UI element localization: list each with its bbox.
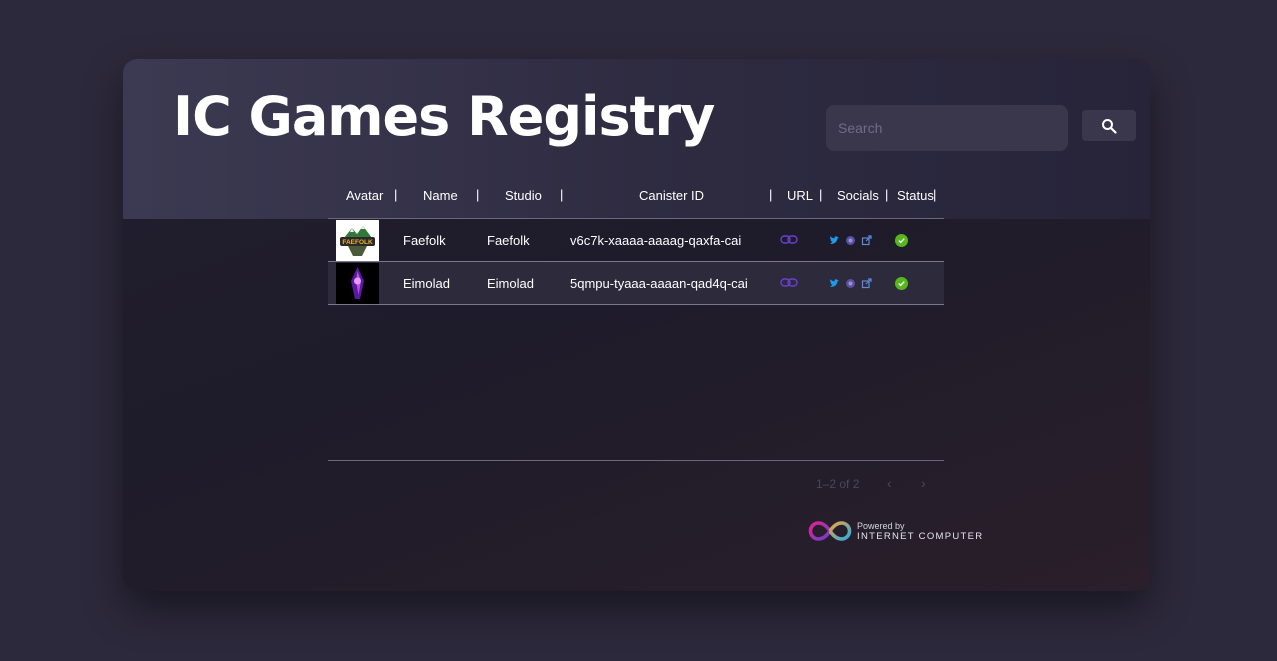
canister-id: 5qmpu-tyaaa-aaaan-qad4q-cai bbox=[570, 276, 748, 291]
column-separator: | bbox=[769, 187, 773, 202]
twitter-icon[interactable] bbox=[829, 235, 840, 246]
table-row[interactable]: FAEFOLK Faefolk Faefolk v6c7k-xaaaa-aaaa… bbox=[328, 219, 944, 262]
twitter-icon[interactable] bbox=[829, 278, 840, 289]
column-header-canister-id[interactable]: Canister ID bbox=[639, 188, 704, 203]
column-separator: | bbox=[819, 187, 823, 202]
game-name: Eimolad bbox=[403, 276, 450, 291]
search-button[interactable] bbox=[1082, 110, 1136, 141]
avatar-eimolad bbox=[336, 263, 379, 304]
column-header-url[interactable]: URL bbox=[787, 188, 813, 203]
link-icon[interactable] bbox=[780, 278, 798, 287]
internet-computer-logo-icon[interactable] bbox=[807, 519, 853, 543]
discord-icon[interactable] bbox=[845, 278, 856, 289]
column-header-status[interactable]: Status bbox=[897, 188, 934, 203]
game-studio: Faefolk bbox=[487, 233, 530, 248]
games-table: Avatar | Name | Studio | Canister ID | U… bbox=[328, 177, 944, 305]
search-icon bbox=[1102, 118, 1117, 134]
table-footer-divider bbox=[328, 460, 944, 461]
powered-by-text: Powered by bbox=[857, 521, 905, 531]
column-header-avatar[interactable]: Avatar bbox=[346, 188, 383, 203]
next-page-button[interactable]: › bbox=[921, 475, 926, 491]
table-header: Avatar | Name | Studio | Canister ID | U… bbox=[328, 177, 944, 219]
column-header-name[interactable]: Name bbox=[423, 188, 458, 203]
status-online-icon bbox=[895, 234, 908, 247]
column-separator: | bbox=[394, 187, 398, 202]
column-separator: | bbox=[933, 187, 937, 202]
external-link-icon[interactable] bbox=[861, 235, 872, 246]
column-header-studio[interactable]: Studio bbox=[505, 188, 542, 203]
previous-page-button[interactable]: ‹ bbox=[887, 475, 892, 491]
game-studio: Eimolad bbox=[487, 276, 534, 291]
game-name: Faefolk bbox=[403, 233, 446, 248]
status-online-icon bbox=[895, 277, 908, 290]
column-separator: | bbox=[560, 187, 564, 202]
table-row[interactable]: Eimolad Eimolad 5qmpu-tyaaa-aaaan-qad4q-… bbox=[328, 262, 944, 305]
link-icon[interactable] bbox=[780, 235, 798, 244]
pagination-label: 1–2 of 2 bbox=[816, 477, 860, 491]
internet-computer-wordmark: INTERNET COMPUTER bbox=[857, 531, 984, 542]
column-separator: | bbox=[476, 187, 480, 202]
page-title: IC Games Registry bbox=[173, 85, 715, 148]
external-link-icon[interactable] bbox=[861, 278, 872, 289]
canister-id: v6c7k-xaaaa-aaaag-qaxfa-cai bbox=[570, 233, 742, 248]
column-header-socials[interactable]: Socials bbox=[837, 188, 879, 203]
avatar-logo-text: FAEFOLK bbox=[342, 239, 373, 246]
column-separator: | bbox=[885, 187, 889, 202]
avatar-faefolk: FAEFOLK bbox=[336, 220, 379, 261]
search-input[interactable] bbox=[826, 105, 1068, 151]
discord-icon[interactable] bbox=[845, 235, 856, 246]
registry-card: IC Games Registry Avatar | Name | Studio… bbox=[123, 59, 1150, 591]
